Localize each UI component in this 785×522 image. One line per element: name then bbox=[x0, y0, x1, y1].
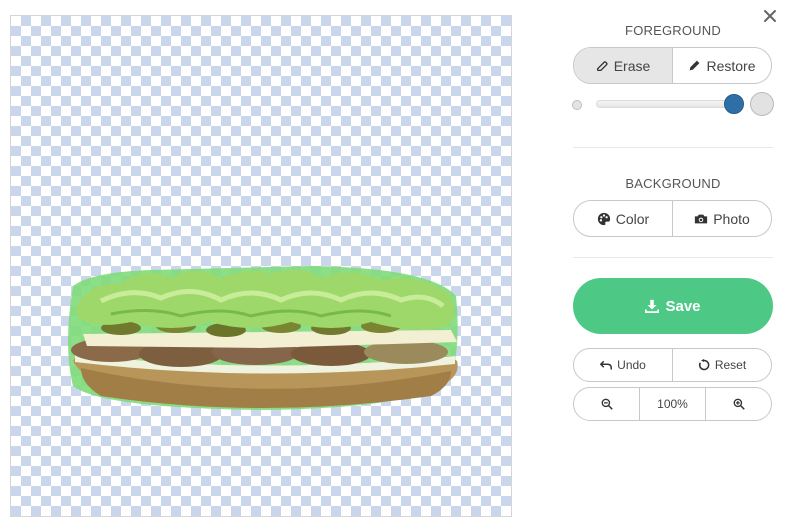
section-divider bbox=[573, 257, 773, 258]
background-heading: BACKGROUND bbox=[625, 176, 721, 191]
foreground-heading: FOREGROUND bbox=[625, 23, 721, 38]
zoom-group: 100% bbox=[573, 387, 772, 421]
zoom-in-icon bbox=[733, 398, 745, 410]
palette-icon bbox=[597, 212, 610, 225]
color-button[interactable]: Color bbox=[574, 201, 673, 236]
pencil-icon bbox=[690, 60, 700, 71]
section-divider bbox=[573, 147, 773, 148]
brush-size-slider[interactable] bbox=[572, 91, 777, 117]
save-button[interactable]: Save bbox=[573, 278, 773, 334]
zoom-out-icon bbox=[601, 398, 613, 410]
download-icon bbox=[645, 299, 660, 313]
undo-button[interactable]: Undo bbox=[574, 349, 673, 381]
undo-label: Undo bbox=[617, 358, 646, 372]
erase-button[interactable]: Erase bbox=[574, 48, 673, 83]
reset-label: Reset bbox=[714, 358, 747, 372]
brush-max-indicator bbox=[750, 92, 774, 116]
photo-button[interactable]: Photo bbox=[673, 201, 771, 236]
eraser-icon bbox=[596, 61, 608, 72]
history-group: Undo Reset bbox=[573, 348, 772, 382]
erase-label: Erase bbox=[613, 57, 651, 74]
color-label: Color bbox=[615, 210, 650, 227]
slider-track[interactable] bbox=[596, 100, 741, 108]
reset-icon bbox=[698, 359, 710, 371]
restore-button[interactable]: Restore bbox=[673, 48, 771, 83]
restore-label: Restore bbox=[706, 57, 756, 74]
zoom-out-button[interactable] bbox=[574, 388, 640, 420]
image-canvas[interactable] bbox=[10, 15, 512, 517]
zoom-in-button[interactable] bbox=[706, 388, 771, 420]
sandwich-image bbox=[68, 266, 458, 410]
brush-min-indicator bbox=[572, 100, 582, 110]
camera-icon bbox=[695, 214, 708, 223]
foreground-mode-group: Erase Restore bbox=[573, 47, 772, 84]
photo-label: Photo bbox=[713, 210, 750, 227]
background-type-group: Color Photo bbox=[573, 200, 772, 237]
slider-thumb[interactable] bbox=[723, 94, 744, 114]
zoom-level: 100% bbox=[640, 388, 706, 420]
undo-icon bbox=[600, 360, 613, 370]
save-label: Save bbox=[665, 297, 701, 315]
reset-button[interactable]: Reset bbox=[673, 349, 771, 381]
